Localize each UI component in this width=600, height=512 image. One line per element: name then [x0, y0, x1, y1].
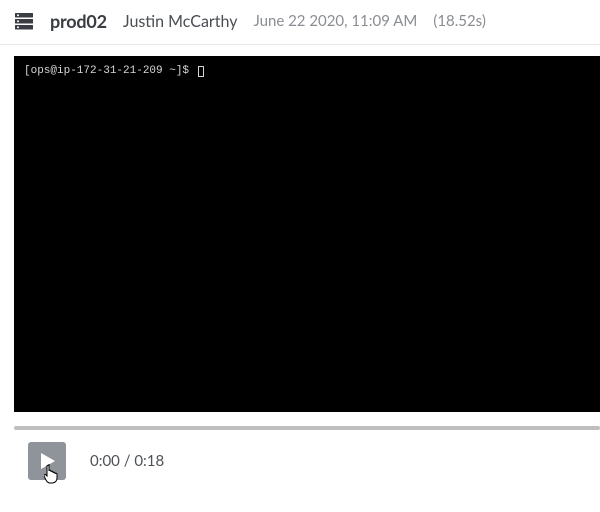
session-header: prod02 Justin McCarthy June 22 2020, 11:… [0, 0, 600, 45]
play-button[interactable] [28, 442, 66, 480]
playback-total: 0:18 [134, 452, 164, 470]
session-duration: (18.52s) [433, 12, 486, 30]
play-icon [41, 453, 55, 469]
terminal-cursor [198, 66, 204, 77]
playback-time: 0:00 / 0:18 [90, 452, 164, 470]
server-icon [14, 11, 34, 31]
user-name: Justin McCarthy [123, 12, 238, 31]
playback-current: 0:00 [90, 452, 120, 470]
terminal-viewport: [ops@ip-172-31-21-209 ~]$ [14, 56, 600, 412]
terminal-prompt: [ops@ip-172-31-21-209 ~]$ [24, 65, 189, 77]
session-datetime: June 22 2020, 11:09 AM [253, 12, 417, 30]
hostname: prod02 [50, 10, 107, 32]
playback-controls: 0:00 / 0:18 [28, 442, 164, 480]
playback-progress-track[interactable] [14, 426, 600, 430]
